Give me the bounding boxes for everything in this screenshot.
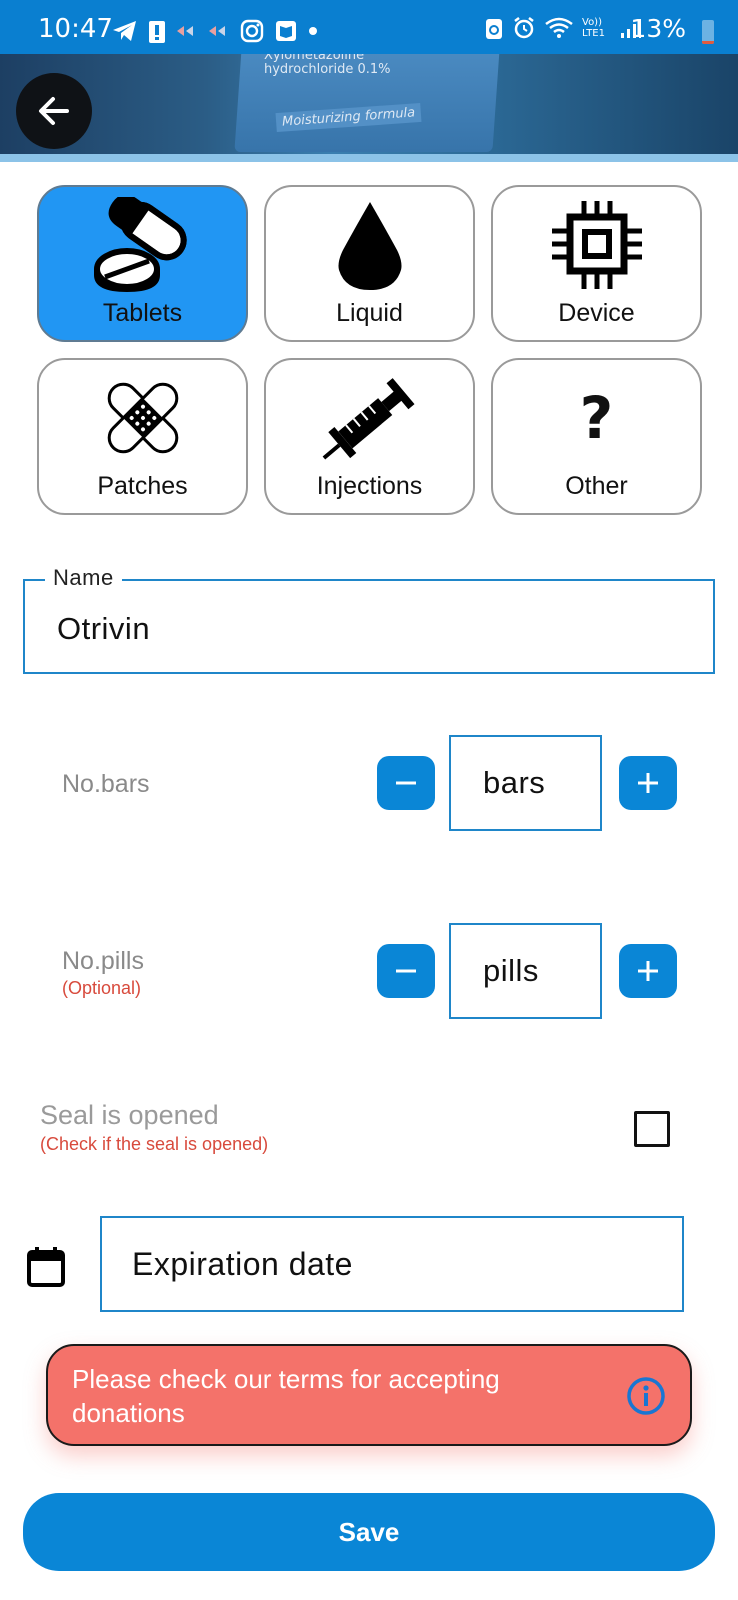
app-icon: [177, 26, 193, 36]
category-label: Liquid: [336, 299, 403, 327]
photo-text: Xylometazoline hydrochloride 0.1%: [264, 54, 391, 77]
pills-input[interactable]: pills: [449, 923, 602, 1019]
pills-icon: [88, 195, 198, 295]
category-patches[interactable]: Patches: [37, 358, 248, 515]
category-label: Other: [565, 472, 628, 500]
name-field[interactable]: Name Otrivin: [23, 565, 715, 674]
bars-input[interactable]: bars: [449, 735, 602, 831]
chip-icon: [542, 195, 652, 295]
category-injections[interactable]: Injections: [264, 358, 475, 515]
app-icon: [209, 26, 225, 36]
pills-decrement-button[interactable]: [377, 944, 435, 998]
header-photo: Xylometazoline hydrochloride 0.1% Moistu…: [0, 54, 738, 154]
bars-decrement-button[interactable]: [377, 756, 435, 810]
info-icon[interactable]: [626, 1376, 666, 1416]
recycle-icon: [486, 19, 502, 39]
battery-percent: 13%: [630, 14, 686, 43]
instagram-icon: [240, 19, 264, 43]
photo-text-line: hydrochloride 0.1%: [264, 62, 391, 77]
book-icon: [276, 21, 296, 41]
wifi-icon: [545, 17, 573, 38]
category-device[interactable]: Device: [491, 185, 702, 342]
plus-icon: [638, 773, 658, 793]
alarm-icon: [514, 17, 534, 39]
back-button[interactable]: [16, 73, 92, 149]
seal-hint: (Check if the seal is opened): [40, 1134, 269, 1154]
expiration-date-field[interactable]: Expiration date: [100, 1216, 684, 1312]
calendar-icon[interactable]: [26, 1246, 66, 1288]
category-label: Injections: [316, 472, 423, 500]
network-label: Vo)) LTE1: [582, 17, 605, 39]
category-label: Device: [558, 299, 635, 327]
status-bar: 10:47 Vo)) LTE1 13%: [0, 0, 738, 54]
pills-optional-label: (Optional): [62, 978, 142, 998]
bars-increment-button[interactable]: [619, 756, 677, 810]
notification-icons: [112, 18, 318, 44]
pills-label: No.pills: [62, 947, 144, 975]
category-other[interactable]: ? Other: [491, 358, 702, 515]
category-liquid[interactable]: Liquid: [264, 185, 475, 342]
question-mark: ?: [579, 384, 614, 452]
save-button[interactable]: Save: [23, 1493, 715, 1571]
seal-checkbox[interactable]: [634, 1111, 670, 1147]
header-divider: [0, 154, 738, 162]
minus-icon: [396, 969, 416, 973]
bandage-icon: [88, 368, 198, 468]
pills-increment-button[interactable]: [619, 944, 677, 998]
name-field-label: Name: [45, 565, 122, 591]
status-time: 10:47: [38, 14, 113, 44]
minus-icon: [396, 781, 416, 785]
telegram-icon: [113, 21, 136, 41]
dot-icon: [309, 27, 317, 35]
drop-icon: [315, 195, 425, 295]
arrow-left-icon: [39, 97, 69, 125]
system-icons: Vo)) LTE1: [484, 16, 642, 40]
alert-icon: [149, 21, 165, 43]
question-icon: ?: [542, 368, 652, 468]
terms-banner[interactable]: Please check our terms for accepting don…: [46, 1344, 692, 1446]
syringe-icon: [315, 368, 425, 468]
seal-label: Seal is opened: [40, 1100, 219, 1130]
category-tablets[interactable]: Tablets: [37, 185, 248, 342]
plus-icon: [638, 961, 658, 981]
battery-level: [702, 40, 714, 44]
category-label: Patches: [97, 472, 188, 500]
category-label: Tablets: [102, 299, 183, 327]
category-grid: Tablets Liquid Device Patches Injections…: [37, 185, 702, 515]
terms-text: Please check our terms for accepting don…: [72, 1364, 500, 1428]
name-field-value[interactable]: Otrivin: [57, 611, 150, 647]
battery-icon: [702, 20, 714, 44]
bars-label: No.bars: [62, 770, 150, 798]
